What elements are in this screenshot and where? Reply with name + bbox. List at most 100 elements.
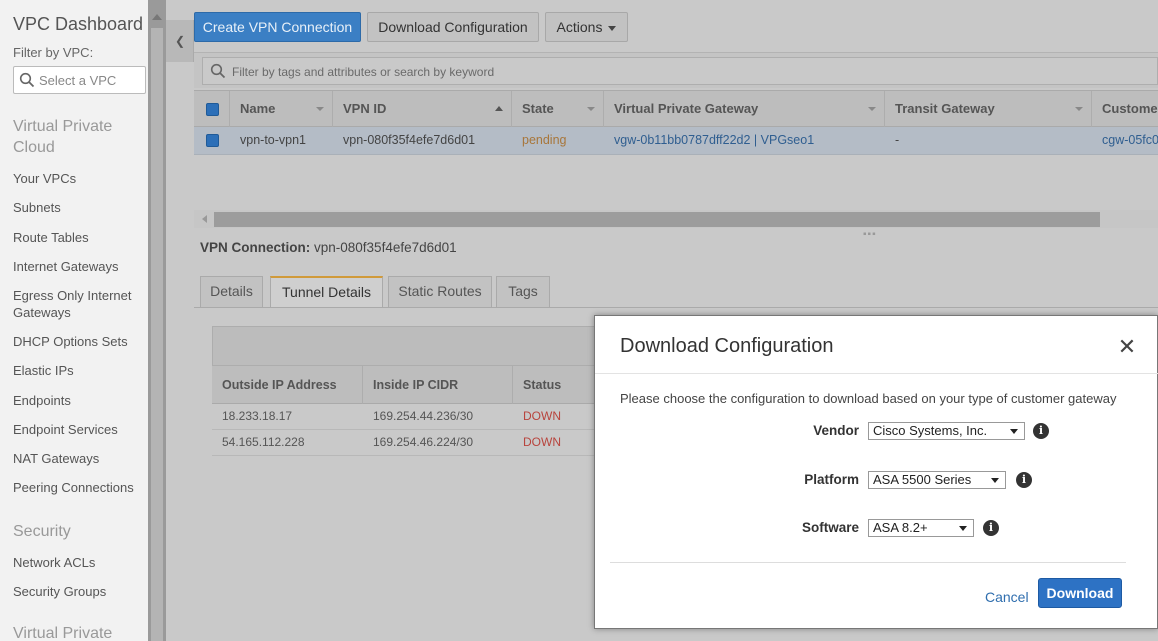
sidebar-item-peering-connections[interactable]: Peering Connections (13, 479, 143, 496)
sidebar-item-elastic-ips[interactable]: Elastic IPs (13, 362, 143, 379)
cell-inside-cidr: 169.254.44.236/30 (373, 409, 474, 423)
sidebar-item-internet-gateways[interactable]: Internet Gateways (13, 258, 143, 275)
platform-label: Platform (804, 472, 859, 487)
download-configuration-button[interactable]: Download Configuration (367, 12, 539, 42)
table-row[interactable]: 18.233.18.17 169.254.44.236/30 DOWN (212, 404, 652, 430)
sidebar-item-subnets[interactable]: Subnets (13, 199, 143, 216)
tab-tags[interactable]: Tags (496, 276, 550, 307)
dashboard-title[interactable]: VPC Dashboard (13, 14, 143, 35)
horizontal-scroll-thumb[interactable] (214, 212, 1100, 227)
row-checkbox[interactable] (206, 134, 219, 147)
collapse-sidebar-button[interactable]: ❮ (166, 20, 194, 62)
column-header-state[interactable]: State (512, 91, 604, 128)
filter-bar: Filter by tags and attributes or search … (194, 52, 1158, 88)
cell-status: DOWN (523, 435, 561, 449)
info-icon[interactable]: i (983, 520, 999, 536)
scroll-up-icon[interactable] (152, 14, 162, 20)
sidebar: VPC Dashboard Filter by VPC: Select a VP… (0, 0, 148, 641)
search-icon (210, 63, 226, 79)
table-row[interactable]: 54.165.112.228 169.254.46.224/30 DOWN (212, 430, 652, 456)
vendor-label: Vendor (813, 423, 859, 438)
cell-vgw-link[interactable]: vgw-0b11bb0787dff22d2 | VPGseo1 (604, 127, 814, 155)
cancel-button[interactable]: Cancel (985, 589, 1029, 605)
column-header-vpn-id[interactable]: VPN ID (333, 91, 512, 128)
cell-state: pending (522, 133, 567, 147)
filter-search-placeholder: Filter by tags and attributes or search … (232, 65, 495, 79)
cell-outside-ip: 54.165.112.228 (222, 435, 305, 449)
column-header-transit-gateway[interactable]: Transit Gateway (885, 91, 1092, 128)
column-header-inside-cidr[interactable]: Inside IP CIDR (363, 366, 513, 404)
vpc-select[interactable]: Select a VPC (13, 66, 146, 94)
software-select[interactable]: ASA 8.2+ (868, 519, 974, 537)
table-row[interactable]: vpn-to-vpn1 vpn-080f35f4efe7d6d01 pendin… (194, 127, 1158, 155)
software-select-value: ASA 8.2+ (873, 520, 928, 535)
tab-divider (194, 307, 1158, 308)
section-virtual-private: Virtual Private (13, 625, 113, 641)
sidebar-item-security-groups[interactable]: Security Groups (13, 583, 143, 600)
section-virtual-private-cloud: Virtual Private Cloud (13, 118, 113, 156)
tunnel-table-header: Outside IP Address Inside IP CIDR Status (212, 366, 652, 404)
download-configuration-dialog: Download Configuration ✕ Please choose t… (594, 315, 1158, 629)
filter-by-vpc-label: Filter by VPC: (13, 45, 94, 60)
scroll-left-icon[interactable] (202, 215, 207, 223)
sort-ascending-icon (495, 106, 503, 111)
column-header-customer[interactable]: Customer (1092, 91, 1158, 128)
sidebar-item-egress-only-internet-gateways[interactable]: Egress Only Internet Gateways (13, 287, 143, 321)
close-icon[interactable]: ✕ (1117, 336, 1137, 358)
software-label: Software (801, 520, 859, 535)
dialog-title: Download Configuration (620, 335, 834, 357)
vpn-connection-label: VPN Connection: (200, 240, 311, 255)
dropdown-arrow-icon (1010, 429, 1018, 434)
sidebar-scroll-thumb[interactable] (151, 28, 163, 641)
filter-search-input[interactable]: Filter by tags and attributes or search … (202, 57, 1158, 85)
vpc-select-placeholder: Select a VPC (39, 73, 117, 88)
caret-down-icon (608, 25, 617, 31)
dialog-footer-divider (610, 562, 1126, 563)
tab-details[interactable]: Details (200, 276, 263, 307)
sidebar-item-network-acls[interactable]: Network ACLs (13, 554, 143, 571)
vendor-select-value: Cisco Systems, Inc. (873, 423, 988, 438)
actions-dropdown-button[interactable]: Actions (545, 12, 628, 42)
tab-tunnel-details[interactable]: Tunnel Details (270, 276, 383, 308)
actions-label: Actions (556, 19, 603, 35)
cell-customer-gateway-link[interactable]: cgw-05fc0 (1092, 127, 1158, 155)
select-all-checkbox[interactable] (206, 103, 219, 116)
dropdown-arrow-icon (959, 526, 967, 531)
cell-transit-gateway: - (895, 133, 900, 147)
sidebar-item-nat-gateways[interactable]: NAT Gateways (13, 450, 143, 467)
cell-vpn-id: vpn-080f35f4efe7d6d01 (343, 133, 476, 147)
info-icon[interactable]: i (1033, 423, 1049, 439)
cell-name: vpn-to-vpn1 (240, 133, 307, 147)
sidebar-item-route-tables[interactable]: Route Tables (13, 229, 143, 246)
platform-select-value: ASA 5500 Series (873, 472, 972, 487)
sidebar-item-dhcp-options-sets[interactable]: DHCP Options Sets (13, 333, 143, 350)
chevron-left-icon: ❮ (175, 34, 186, 48)
download-button[interactable]: Download (1038, 578, 1122, 608)
column-header-virtual-private-gateway[interactable]: Virtual Private Gateway (604, 91, 885, 128)
sidebar-item-your-vpcs[interactable]: Your VPCs (13, 170, 143, 187)
tab-static-routes[interactable]: Static Routes (388, 276, 492, 307)
create-vpn-connection-button[interactable]: Create VPN Connection (194, 12, 361, 42)
sidebar-item-endpoints[interactable]: Endpoints (13, 392, 143, 409)
column-header-name[interactable]: Name (230, 91, 333, 128)
column-header-outside-ip[interactable]: Outside IP Address (212, 366, 363, 404)
platform-select[interactable]: ASA 5500 Series (868, 471, 1006, 489)
dropdown-arrow-icon (991, 478, 999, 483)
sort-icon (1075, 107, 1083, 111)
cell-inside-cidr: 169.254.46.224/30 (373, 435, 474, 449)
dialog-header-divider (595, 373, 1158, 374)
sidebar-scrollbar[interactable] (148, 0, 166, 641)
resize-grip-icon[interactable]: ▪▪▪ (863, 229, 877, 240)
dialog-description: Please choose the configuration to downl… (620, 391, 1117, 406)
select-all-cell (194, 91, 230, 128)
search-icon (19, 72, 35, 88)
sidebar-item-endpoint-services[interactable]: Endpoint Services (13, 421, 143, 438)
table-horizontal-scrollbar[interactable] (194, 210, 1158, 228)
cell-outside-ip: 18.233.18.17 (222, 409, 293, 423)
vendor-select[interactable]: Cisco Systems, Inc. (868, 422, 1025, 440)
sort-icon (868, 107, 876, 111)
vpn-connection-id: vpn-080f35f4efe7d6d01 (314, 240, 457, 255)
info-icon[interactable]: i (1016, 472, 1032, 488)
section-security: Security (13, 523, 71, 540)
sort-icon (587, 107, 595, 111)
